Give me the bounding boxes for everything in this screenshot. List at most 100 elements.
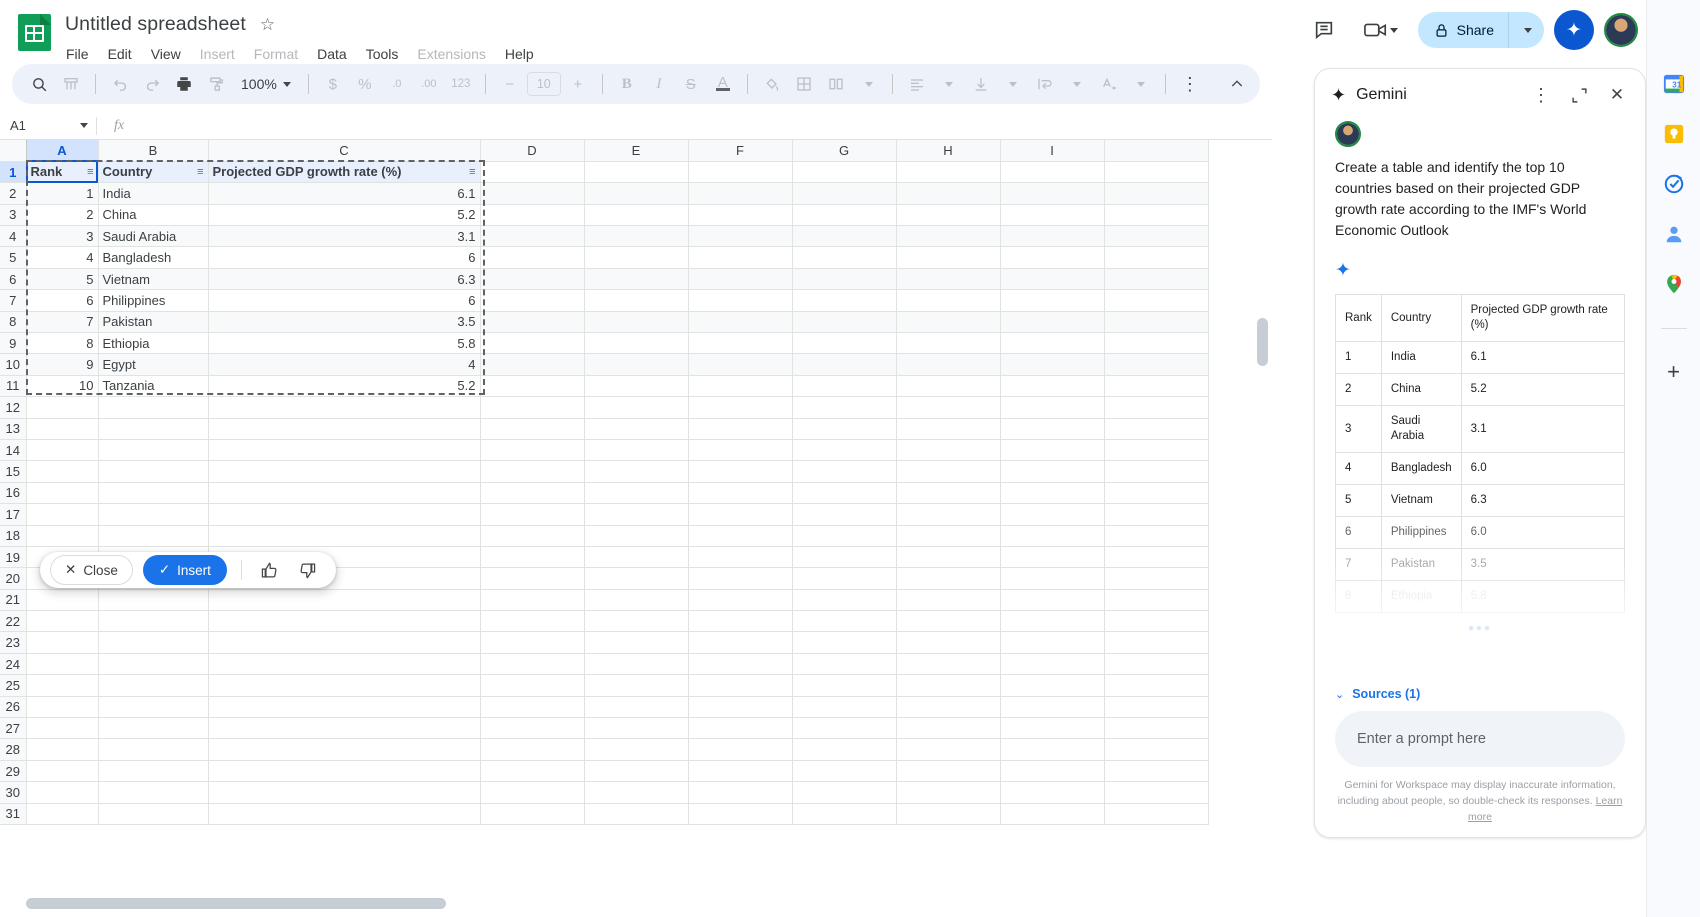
cell-e16[interactable] — [584, 482, 688, 503]
column-header-h[interactable]: H — [896, 140, 1000, 161]
search-icon[interactable] — [24, 69, 54, 99]
cell-h25[interactable] — [896, 675, 1000, 696]
cell-d15[interactable] — [480, 461, 584, 482]
row-header-27[interactable]: 27 — [0, 718, 26, 739]
decrease-font-size-button[interactable]: − — [495, 69, 525, 99]
row-header-22[interactable]: 22 — [0, 611, 26, 632]
cell-d31[interactable] — [480, 803, 584, 824]
cell-d24[interactable] — [480, 653, 584, 674]
sources-section[interactable]: ⌄ Sources (1) — [1315, 681, 1645, 711]
cell-a25[interactable] — [26, 675, 98, 696]
cell-i25[interactable] — [1000, 675, 1104, 696]
cell-h14[interactable] — [896, 439, 1000, 460]
cell-f2[interactable] — [688, 183, 792, 204]
cell-g2[interactable] — [792, 183, 896, 204]
cell-j12[interactable] — [1104, 397, 1208, 418]
document-title[interactable]: Untitled spreadsheet — [65, 13, 246, 36]
cell-b15[interactable] — [98, 461, 208, 482]
cell-b24[interactable] — [98, 653, 208, 674]
cell-g9[interactable] — [792, 333, 896, 354]
cell-d7[interactable] — [480, 290, 584, 311]
cell-f19[interactable] — [688, 546, 792, 567]
cell-f17[interactable] — [688, 504, 792, 525]
cell-e30[interactable] — [584, 782, 688, 803]
star-icon[interactable]: ☆ — [260, 16, 275, 33]
cell-i31[interactable] — [1000, 803, 1104, 824]
cell-h31[interactable] — [896, 803, 1000, 824]
cell-b8[interactable]: Pakistan — [98, 311, 208, 332]
cell-f29[interactable] — [688, 760, 792, 781]
cell-c10[interactable]: 4 — [208, 354, 480, 375]
cell-f23[interactable] — [688, 632, 792, 653]
cell-e18[interactable] — [584, 525, 688, 546]
cell-c5[interactable]: 6 — [208, 247, 480, 268]
cell-a17[interactable] — [26, 504, 98, 525]
cell-j29[interactable] — [1104, 760, 1208, 781]
menu-file[interactable]: File — [65, 44, 90, 64]
cell-e15[interactable] — [584, 461, 688, 482]
cell-i29[interactable] — [1000, 760, 1104, 781]
cell-e1[interactable] — [584, 161, 688, 182]
cell-j14[interactable] — [1104, 439, 1208, 460]
cell-h2[interactable] — [896, 183, 1000, 204]
menu-extensions[interactable]: Extensions — [416, 44, 486, 64]
horizontal-scrollbar[interactable] — [26, 898, 1246, 909]
column-header-d[interactable]: D — [480, 140, 584, 161]
cell-j3[interactable] — [1104, 204, 1208, 225]
cell-b4[interactable]: Saudi Arabia — [98, 226, 208, 247]
cell-e19[interactable] — [584, 546, 688, 567]
cell-b25[interactable] — [98, 675, 208, 696]
collapse-toolbar-button[interactable] — [1222, 69, 1252, 99]
cell-h26[interactable] — [896, 696, 1000, 717]
cell-h4[interactable] — [896, 226, 1000, 247]
cell-j10[interactable] — [1104, 354, 1208, 375]
cell-f3[interactable] — [688, 204, 792, 225]
cell-i4[interactable] — [1000, 226, 1104, 247]
cell-e24[interactable] — [584, 653, 688, 674]
column-header-a[interactable]: A — [26, 140, 98, 161]
cell-d11[interactable] — [480, 375, 584, 396]
comment-icon[interactable] — [1304, 10, 1344, 50]
cell-a1[interactable]: Rank ≡ — [26, 161, 98, 182]
cell-g3[interactable] — [792, 204, 896, 225]
menu-help[interactable]: Help — [504, 44, 535, 64]
gemini-toggle-button[interactable]: ✦ — [1554, 10, 1594, 50]
cell-j26[interactable] — [1104, 696, 1208, 717]
cell-e12[interactable] — [584, 397, 688, 418]
cell-h17[interactable] — [896, 504, 1000, 525]
cell-d4[interactable] — [480, 226, 584, 247]
cell-e10[interactable] — [584, 354, 688, 375]
row-header-2[interactable]: 2 — [0, 183, 26, 204]
cell-i24[interactable] — [1000, 653, 1104, 674]
cell-g19[interactable] — [792, 546, 896, 567]
cell-a11[interactable]: 10 — [26, 375, 98, 396]
cell-j7[interactable] — [1104, 290, 1208, 311]
menu-insert[interactable]: Insert — [199, 44, 236, 64]
cell-h7[interactable] — [896, 290, 1000, 311]
cell-j4[interactable] — [1104, 226, 1208, 247]
cell-b29[interactable] — [98, 760, 208, 781]
column-header-g[interactable]: G — [792, 140, 896, 161]
cell-j1[interactable] — [1104, 161, 1208, 182]
cell-i15[interactable] — [1000, 461, 1104, 482]
cell-i23[interactable] — [1000, 632, 1104, 653]
row-header-19[interactable]: 19 — [0, 546, 26, 567]
cell-f11[interactable] — [688, 375, 792, 396]
cell-c8[interactable]: 3.5 — [208, 311, 480, 332]
cell-d14[interactable] — [480, 439, 584, 460]
cell-i10[interactable] — [1000, 354, 1104, 375]
cell-f26[interactable] — [688, 696, 792, 717]
google-maps-icon[interactable] — [1662, 272, 1686, 296]
more-options-icon[interactable]: ⋮ — [1175, 69, 1205, 99]
cell-a15[interactable] — [26, 461, 98, 482]
column-header-c[interactable]: C — [208, 140, 480, 161]
cell-f22[interactable] — [688, 611, 792, 632]
column-header-b[interactable]: B — [98, 140, 208, 161]
cell-d27[interactable] — [480, 718, 584, 739]
text-color-button[interactable]: A — [708, 69, 738, 99]
cell-e4[interactable] — [584, 226, 688, 247]
menu-view[interactable]: View — [150, 44, 182, 64]
row-header-13[interactable]: 13 — [0, 418, 26, 439]
share-dropdown-button[interactable] — [1508, 12, 1544, 48]
cell-c23[interactable] — [208, 632, 480, 653]
